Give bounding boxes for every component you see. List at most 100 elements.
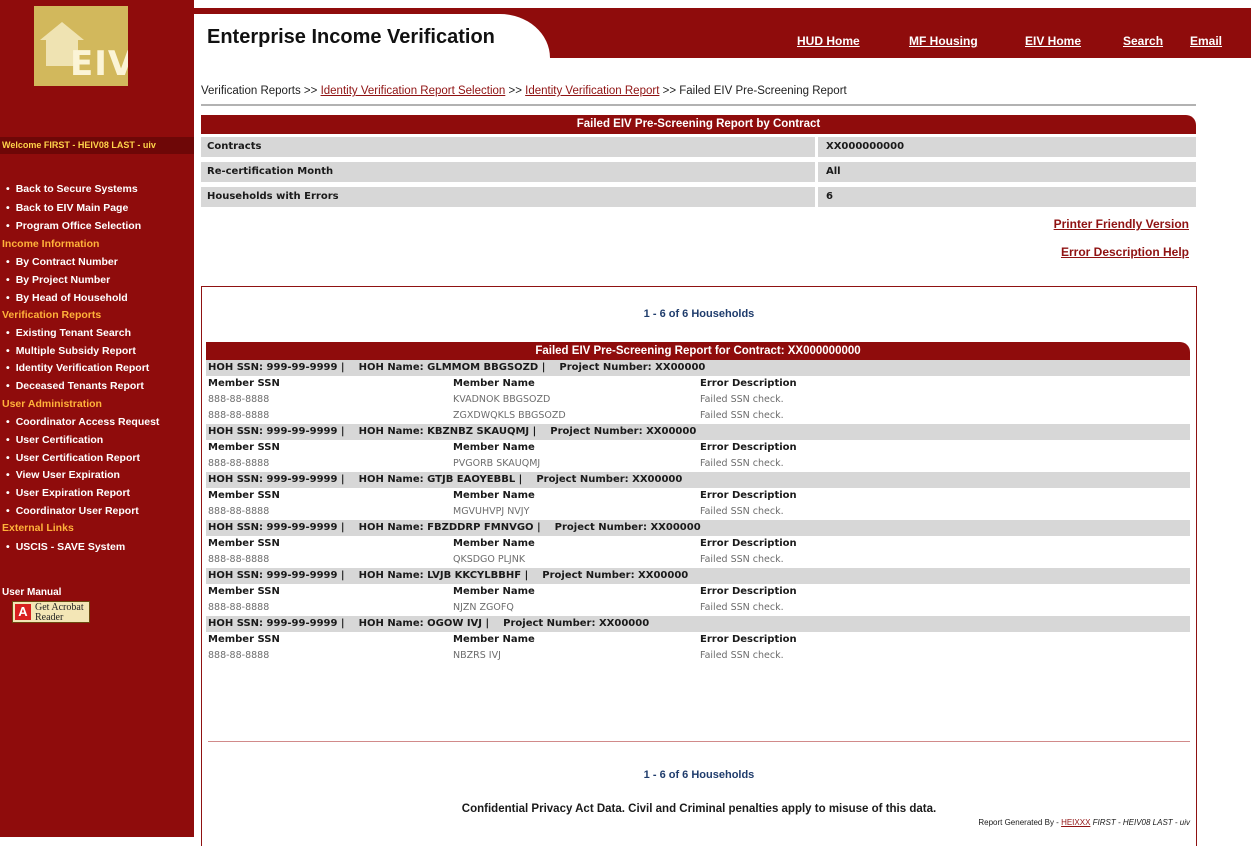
member-ssn: 888-88-8888 <box>208 554 270 565</box>
column-header-row: Member SSN Member Name Error Description <box>206 536 1190 552</box>
nav-user-expiration-report[interactable]: User Expiration Report <box>6 487 130 499</box>
col-member-ssn: Member SSN <box>208 586 280 597</box>
member-ssn: 888-88-8888 <box>208 650 270 661</box>
households-count-bottom: 1 - 6 of 6 Households <box>643 769 755 781</box>
nav-coordinator-access-request[interactable]: Coordinator Access Request <box>6 416 160 428</box>
hoh-name: HOH Name: KBZNBZ SKAUQMJ | <box>358 426 537 437</box>
eiv-logo[interactable]: EIV <box>34 6 128 86</box>
col-member-name: Member Name <box>453 378 535 389</box>
col-member-name: Member Name <box>453 442 535 453</box>
hoh-ssn: HOH SSN: 999-99-9999 | <box>208 570 345 581</box>
nav-heading-income-information: Income Information <box>2 238 100 250</box>
hoh-name: HOH Name: GTJB EAOYEBBL | <box>358 474 523 485</box>
hud-home-link[interactable]: HUD Home <box>797 34 860 48</box>
results-divider <box>208 741 1190 742</box>
breadcrumb: Verification Reports >> Identity Verific… <box>201 85 847 97</box>
nav-back-to-secure-systems[interactable]: Back to Secure Systems <box>6 183 138 195</box>
project-number: Project Number: XX00000 <box>542 570 689 581</box>
member-error: Failed SSN check. <box>700 554 784 565</box>
summary-title: Failed EIV Pre-Screening Report by Contr… <box>201 115 1196 134</box>
email-link[interactable]: Email <box>1190 34 1222 48</box>
nav-view-user-expiration[interactable]: View User Expiration <box>6 469 120 481</box>
nav-multiple-subsidy-report[interactable]: Multiple Subsidy Report <box>6 345 136 357</box>
get-acrobat-reader-button[interactable]: A Get Acrobat Reader <box>12 601 90 623</box>
column-header-row: Member SSN Member Name Error Description <box>206 632 1190 648</box>
col-member-ssn: Member SSN <box>208 442 280 453</box>
adobe-icon: A <box>15 604 31 620</box>
hoh-ssn: HOH SSN: 999-99-9999 | <box>208 474 345 485</box>
mf-housing-link[interactable]: MF Housing <box>909 34 978 48</box>
column-header-row: Member SSN Member Name Error Description <box>206 488 1190 504</box>
col-error-description: Error Description <box>700 586 797 597</box>
member-name: NJZN ZGOFQ <box>453 602 514 613</box>
household-header: HOH SSN: 999-99-9999 | HOH Name: LVJB KKC… <box>206 568 1190 584</box>
col-error-description: Error Description <box>700 442 797 453</box>
nav-coordinator-user-report[interactable]: Coordinator User Report <box>6 505 139 517</box>
app-title: Enterprise Income Verification <box>207 26 495 48</box>
eiv-home-link[interactable]: EIV Home <box>1025 34 1081 48</box>
nav-existing-tenant-search[interactable]: Existing Tenant Search <box>6 327 131 339</box>
user-manual-label: User Manual <box>2 587 62 598</box>
col-error-description: Error Description <box>700 378 797 389</box>
nav-program-office-selection[interactable]: Program Office Selection <box>6 220 141 232</box>
col-error-description: Error Description <box>700 538 797 549</box>
report-title: Failed EIV Pre-Screening Report for Cont… <box>206 342 1190 360</box>
report-generated-by: Report Generated By - HEIXXX FIRST - HEI… <box>978 818 1190 827</box>
breadcrumb-separator: >> <box>303 85 318 97</box>
member-name: NBZRS IVJ <box>453 650 501 661</box>
hoh-name: HOH Name: FBZDDRP FMNVGO | <box>358 522 541 533</box>
household-header: HOH SSN: 999-99-9999 | HOH Name: FBZDDRP … <box>206 520 1190 536</box>
col-error-description: Error Description <box>700 634 797 645</box>
printer-friendly-link[interactable]: Printer Friendly Version <box>1054 217 1189 231</box>
column-header-row: Member SSN Member Name Error Description <box>206 584 1190 600</box>
breadcrumb-root: Verification Reports <box>201 85 301 97</box>
error-description-help-link[interactable]: Error Description Help <box>1061 245 1189 259</box>
nav-user-certification-report[interactable]: User Certification Report <box>6 452 140 464</box>
project-number: Project Number: XX00000 <box>503 618 650 629</box>
summary-value: 6 <box>818 187 1196 207</box>
breadcrumb-identity-verification-report[interactable]: Identity Verification Report <box>525 85 659 97</box>
member-ssn: 888-88-8888 <box>208 602 270 613</box>
member-name: KVADNOK BBGSOZD <box>453 394 551 405</box>
household-header: HOH SSN: 999-99-9999 | HOH Name: KBZNBZ S… <box>206 424 1190 440</box>
col-error-description: Error Description <box>700 490 797 501</box>
summary-row-households-with-errors: Households with Errors 6 <box>201 187 1196 207</box>
nav-by-contract-number[interactable]: By Contract Number <box>6 256 118 268</box>
hoh-ssn: HOH SSN: 999-99-9999 | <box>208 362 345 373</box>
breadcrumb-separator: >> <box>662 85 677 97</box>
household-header: HOH SSN: 999-99-9999 | HOH Name: OGOW IVJ… <box>206 616 1190 632</box>
nav-deceased-tenants-report[interactable]: Deceased Tenants Report <box>6 380 144 392</box>
nav-uscis-save-system[interactable]: USCIS - SAVE System <box>6 541 126 553</box>
member-row: 888-88-8888 KVADNOK BBGSOZD Failed SSN c… <box>206 392 1190 408</box>
member-row: 888-88-8888 QKSDGO PLJNK Failed SSN chec… <box>206 552 1190 568</box>
hoh-name: HOH Name: OGOW IVJ | <box>358 618 490 629</box>
nav-by-project-number[interactable]: By Project Number <box>6 274 111 286</box>
hoh-ssn: HOH SSN: 999-99-9999 | <box>208 618 345 629</box>
member-ssn: 888-88-8888 <box>208 410 270 421</box>
project-number: Project Number: XX00000 <box>536 474 683 485</box>
hoh-name: HOH Name: GLMMOM BBGSOZD | <box>358 362 546 373</box>
nav-heading-external-links: External Links <box>2 522 74 534</box>
logo-text: EIV <box>70 44 128 84</box>
nav-identity-verification-report[interactable]: Identity Verification Report <box>6 362 150 374</box>
nav-user-certification[interactable]: User Certification <box>6 434 104 446</box>
member-error: Failed SSN check. <box>700 602 784 613</box>
nav-back-to-eiv-main-page[interactable]: Back to EIV Main Page <box>6 202 129 214</box>
col-member-ssn: Member SSN <box>208 378 280 389</box>
member-row: 888-88-8888 MGVUHVPJ NVJY Failed SSN che… <box>206 504 1190 520</box>
member-error: Failed SSN check. <box>700 458 784 469</box>
col-member-name: Member Name <box>453 490 535 501</box>
breadcrumb-identity-verification-report-selection[interactable]: Identity Verification Report Selection <box>321 85 506 97</box>
summary-value: All <box>818 162 1196 182</box>
generated-user-id-link[interactable]: HEIXXX <box>1061 818 1090 827</box>
household-header: HOH SSN: 999-99-9999 | HOH Name: GTJB EAO… <box>206 472 1190 488</box>
breadcrumb-divider <box>201 104 1196 106</box>
hoh-name: HOH Name: LVJB KKCYLBBHF | <box>358 570 529 581</box>
member-error: Failed SSN check. <box>700 650 784 661</box>
col-member-name: Member Name <box>453 538 535 549</box>
nav-by-head-of-household[interactable]: By Head of Household <box>6 292 128 304</box>
household-header: HOH SSN: 999-99-9999 | HOH Name: GLMMOM B… <box>206 360 1190 376</box>
search-link[interactable]: Search <box>1123 34 1163 48</box>
column-header-row: Member SSN Member Name Error Description <box>206 376 1190 392</box>
generated-prefix: Report Generated By - <box>978 818 1059 827</box>
